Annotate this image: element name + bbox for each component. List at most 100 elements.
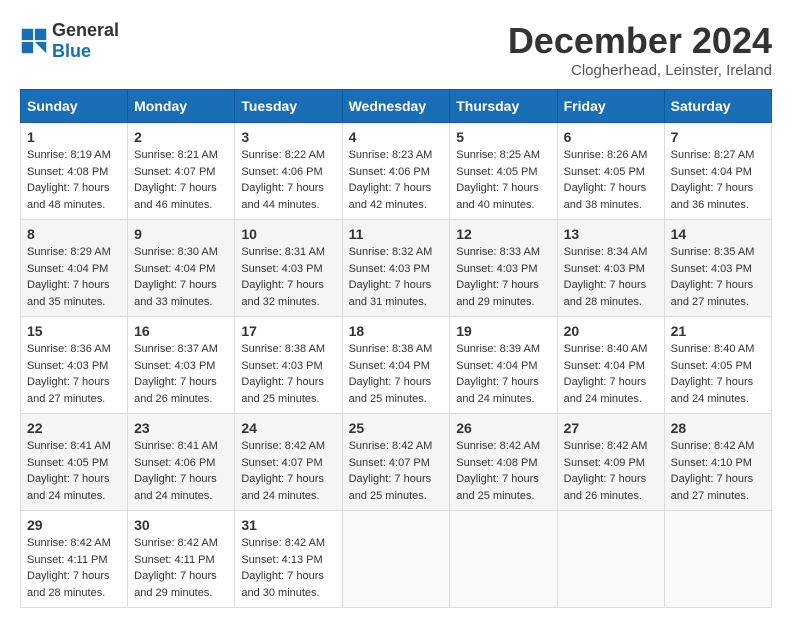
day-info: Sunrise: 8:39 AMSunset: 4:04 PMDaylight:… xyxy=(456,341,550,407)
logo-text: General Blue xyxy=(52,20,119,62)
day-info: Sunrise: 8:19 AMSunset: 4:08 PMDaylight:… xyxy=(27,147,121,213)
day-info: Sunrise: 8:42 AMSunset: 4:11 PMDaylight:… xyxy=(27,535,121,601)
calendar-cell: 20 Sunrise: 8:40 AMSunset: 4:04 PMDayligh… xyxy=(557,317,664,414)
day-number: 30 xyxy=(134,517,228,533)
day-number: 5 xyxy=(456,129,550,145)
day-info: Sunrise: 8:36 AMSunset: 4:03 PMDaylight:… xyxy=(27,341,121,407)
day-number: 13 xyxy=(564,226,658,242)
calendar-cell: 29 Sunrise: 8:42 AMSunset: 4:11 PMDayligh… xyxy=(21,511,128,608)
logo-general: General xyxy=(52,20,119,40)
day-number: 4 xyxy=(349,129,444,145)
day-number: 9 xyxy=(134,226,228,242)
day-number: 24 xyxy=(241,420,335,436)
calendar-cell: 30 Sunrise: 8:42 AMSunset: 4:11 PMDayligh… xyxy=(128,511,235,608)
calendar-cell: 9 Sunrise: 8:30 AMSunset: 4:04 PMDaylight… xyxy=(128,220,235,317)
calendar-cell: 1 Sunrise: 8:19 AMSunset: 4:08 PMDaylight… xyxy=(21,123,128,220)
day-info: Sunrise: 8:25 AMSunset: 4:05 PMDaylight:… xyxy=(456,147,550,213)
calendar-cell: 21 Sunrise: 8:40 AMSunset: 4:05 PMDayligh… xyxy=(664,317,771,414)
day-number: 25 xyxy=(349,420,444,436)
day-number: 18 xyxy=(349,323,444,339)
day-info: Sunrise: 8:34 AMSunset: 4:03 PMDaylight:… xyxy=(564,244,658,310)
calendar-cell xyxy=(342,511,450,608)
day-info: Sunrise: 8:32 AMSunset: 4:03 PMDaylight:… xyxy=(349,244,444,310)
calendar-header-row: SundayMondayTuesdayWednesdayThursdayFrid… xyxy=(21,90,772,123)
day-number: 2 xyxy=(134,129,228,145)
day-number: 12 xyxy=(456,226,550,242)
day-number: 20 xyxy=(564,323,658,339)
day-info: Sunrise: 8:35 AMSunset: 4:03 PMDaylight:… xyxy=(671,244,765,310)
calendar-cell: 31 Sunrise: 8:42 AMSunset: 4:13 PMDayligh… xyxy=(235,511,342,608)
day-info: Sunrise: 8:21 AMSunset: 4:07 PMDaylight:… xyxy=(134,147,228,213)
day-number: 26 xyxy=(456,420,550,436)
day-number: 31 xyxy=(241,517,335,533)
calendar-day-header: Sunday xyxy=(21,90,128,123)
logo-blue: Blue xyxy=(52,41,91,61)
calendar-cell: 23Sunrise: 8:41 AMSunset: 4:06 PMDayligh… xyxy=(128,414,235,511)
calendar-cell: 7Sunrise: 8:27 AMSunset: 4:04 PMDaylight… xyxy=(664,123,771,220)
day-number: 23 xyxy=(134,420,228,436)
day-info: Sunrise: 8:40 AMSunset: 4:04 PMDaylight:… xyxy=(564,341,658,407)
day-info: Sunrise: 8:42 AMSunset: 4:07 PMDaylight:… xyxy=(349,438,444,504)
calendar-cell: 24 Sunrise: 8:42 AMSunset: 4:07 PMDayligh… xyxy=(235,414,342,511)
day-number: 10 xyxy=(241,226,335,242)
day-info: Sunrise: 8:37 AMSunset: 4:03 PMDaylight:… xyxy=(134,341,228,407)
calendar-cell: 8Sunrise: 8:29 AMSunset: 4:04 PMDaylight… xyxy=(21,220,128,317)
day-info: Sunrise: 8:23 AMSunset: 4:06 PMDaylight:… xyxy=(349,147,444,213)
day-info: Sunrise: 8:41 AMSunset: 4:05 PMDaylight:… xyxy=(27,438,121,504)
day-number: 27 xyxy=(564,420,658,436)
calendar-cell: 6Sunrise: 8:26 AMSunset: 4:05 PMDaylight… xyxy=(557,123,664,220)
calendar-cell xyxy=(557,511,664,608)
day-number: 28 xyxy=(671,420,765,436)
day-info: Sunrise: 8:42 AMSunset: 4:11 PMDaylight:… xyxy=(134,535,228,601)
day-info: Sunrise: 8:38 AMSunset: 4:03 PMDaylight:… xyxy=(241,341,335,407)
calendar-cell: 25 Sunrise: 8:42 AMSunset: 4:07 PMDayligh… xyxy=(342,414,450,511)
day-info: Sunrise: 8:40 AMSunset: 4:05 PMDaylight:… xyxy=(671,341,765,407)
day-number: 21 xyxy=(671,323,765,339)
day-number: 22 xyxy=(27,420,121,436)
calendar-cell: 2 Sunrise: 8:21 AMSunset: 4:07 PMDaylight… xyxy=(128,123,235,220)
calendar-cell: 19 Sunrise: 8:39 AMSunset: 4:04 PMDayligh… xyxy=(450,317,557,414)
calendar-cell xyxy=(450,511,557,608)
calendar-cell: 17 Sunrise: 8:38 AMSunset: 4:03 PMDayligh… xyxy=(235,317,342,414)
calendar-cell xyxy=(664,511,771,608)
logo: General Blue xyxy=(20,20,119,62)
calendar-cell: 11 Sunrise: 8:32 AMSunset: 4:03 PMDayligh… xyxy=(342,220,450,317)
day-number: 29 xyxy=(27,517,121,533)
day-number: 14 xyxy=(671,226,765,242)
calendar-cell: 14 Sunrise: 8:35 AMSunset: 4:03 PMDayligh… xyxy=(664,220,771,317)
day-number: 17 xyxy=(241,323,335,339)
calendar-cell: 22 Sunrise: 8:41 AMSunset: 4:05 PMDayligh… xyxy=(21,414,128,511)
calendar-day-header: Thursday xyxy=(450,90,557,123)
day-info: Sunrise: 8:42 AMSunset: 4:07 PMDaylight:… xyxy=(241,438,335,504)
day-number: 19 xyxy=(456,323,550,339)
day-info: Sunrise: 8:42 AMSunset: 4:10 PMDaylight:… xyxy=(671,438,765,504)
day-number: 8 xyxy=(27,226,121,242)
day-info: Sunrise: 8:31 AMSunset: 4:03 PMDaylight:… xyxy=(241,244,335,310)
day-number: 3 xyxy=(241,129,335,145)
calendar-cell: 28 Sunrise: 8:42 AMSunset: 4:10 PMDayligh… xyxy=(664,414,771,511)
calendar-week-row: 22 Sunrise: 8:41 AMSunset: 4:05 PMDayligh… xyxy=(21,414,772,511)
calendar-table: SundayMondayTuesdayWednesdayThursdayFrid… xyxy=(20,89,772,608)
title-area: December 2024 Clogherhead, Leinster, Ire… xyxy=(508,20,772,79)
page-header: General Blue December 2024 Clogherhead, … xyxy=(20,20,772,79)
calendar-cell: 15 Sunrise: 8:36 AMSunset: 4:03 PMDayligh… xyxy=(21,317,128,414)
calendar-day-header: Friday xyxy=(557,90,664,123)
calendar-cell: 5 Sunrise: 8:25 AMSunset: 4:05 PMDaylight… xyxy=(450,123,557,220)
calendar-day-header: Wednesday xyxy=(342,90,450,123)
day-number: 15 xyxy=(27,323,121,339)
day-info: Sunrise: 8:22 AMSunset: 4:06 PMDaylight:… xyxy=(241,147,335,213)
day-number: 16 xyxy=(134,323,228,339)
calendar-week-row: 29 Sunrise: 8:42 AMSunset: 4:11 PMDayligh… xyxy=(21,511,772,608)
day-info: Sunrise: 8:38 AMSunset: 4:04 PMDaylight:… xyxy=(349,341,444,407)
calendar-day-header: Saturday xyxy=(664,90,771,123)
calendar-day-header: Tuesday xyxy=(235,90,342,123)
day-info: Sunrise: 8:42 AMSunset: 4:13 PMDaylight:… xyxy=(241,535,335,601)
calendar-cell: 3 Sunrise: 8:22 AMSunset: 4:06 PMDaylight… xyxy=(235,123,342,220)
day-number: 1 xyxy=(27,129,121,145)
calendar-cell: 18 Sunrise: 8:38 AMSunset: 4:04 PMDayligh… xyxy=(342,317,450,414)
calendar-day-header: Monday xyxy=(128,90,235,123)
day-number: 11 xyxy=(349,226,444,242)
calendar-cell: 4 Sunrise: 8:23 AMSunset: 4:06 PMDaylight… xyxy=(342,123,450,220)
day-info: Sunrise: 8:30 AMSunset: 4:04 PMDaylight:… xyxy=(134,244,228,310)
day-info: Sunrise: 8:26 AMSunset: 4:05 PMDaylight:… xyxy=(564,147,658,213)
